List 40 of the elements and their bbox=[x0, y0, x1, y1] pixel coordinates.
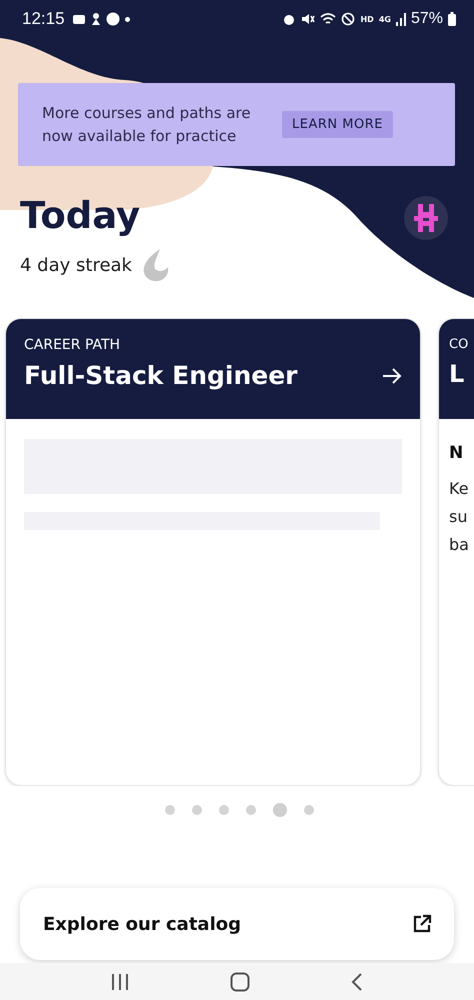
battery-percent: 57% bbox=[410, 10, 443, 28]
page-dot[interactable] bbox=[192, 805, 202, 815]
card-text: Ke bbox=[449, 478, 470, 500]
battery-icon bbox=[448, 12, 456, 26]
card-subtitle: N bbox=[449, 443, 464, 463]
status-time: 12:15 bbox=[22, 9, 65, 29]
notification-icon bbox=[90, 12, 101, 26]
recent-apps-icon[interactable] bbox=[110, 974, 129, 990]
page-dot[interactable] bbox=[218, 805, 228, 815]
page-dot[interactable] bbox=[304, 805, 314, 815]
external-link-icon bbox=[412, 914, 432, 934]
network-type: 4G bbox=[378, 14, 391, 24]
learn-more-button[interactable]: LEARN MORE bbox=[282, 111, 393, 138]
back-icon[interactable] bbox=[351, 972, 364, 990]
card-title: Full-Stack Engineer bbox=[24, 361, 298, 390]
mute-icon bbox=[301, 12, 316, 26]
page-dot[interactable] bbox=[164, 805, 174, 815]
wifi-icon bbox=[320, 12, 336, 26]
notification-icon bbox=[106, 12, 120, 26]
streak-text: 4 day streak bbox=[20, 254, 132, 276]
hd-indicator: HD bbox=[360, 14, 374, 24]
home-icon[interactable] bbox=[230, 972, 250, 992]
signal-icon bbox=[396, 12, 406, 26]
arrow-right-icon[interactable] bbox=[382, 366, 402, 384]
notification-icon bbox=[72, 12, 86, 26]
blocked-icon bbox=[341, 12, 356, 26]
card-label: CAREER PATH bbox=[24, 337, 122, 353]
card-text: su bbox=[449, 506, 468, 528]
banner-text: More courses and paths are now available for practice bbox=[42, 102, 252, 146]
course-card[interactable]: CO L N Ke su ba bbox=[438, 318, 474, 786]
card-label: CO bbox=[449, 337, 470, 352]
catalog-button[interactable]: Explore our catalog bbox=[20, 888, 454, 960]
dot-icon bbox=[124, 16, 130, 22]
page-dot[interactable] bbox=[272, 803, 286, 817]
course-card[interactable]: CAREER PATH Full-Stack Engineer bbox=[5, 318, 421, 786]
page-dot[interactable] bbox=[246, 805, 256, 815]
card-text: ba bbox=[449, 534, 470, 556]
page-title: Today bbox=[20, 194, 142, 238]
card-title: L bbox=[449, 360, 464, 388]
avatar-icon[interactable] bbox=[404, 196, 448, 240]
